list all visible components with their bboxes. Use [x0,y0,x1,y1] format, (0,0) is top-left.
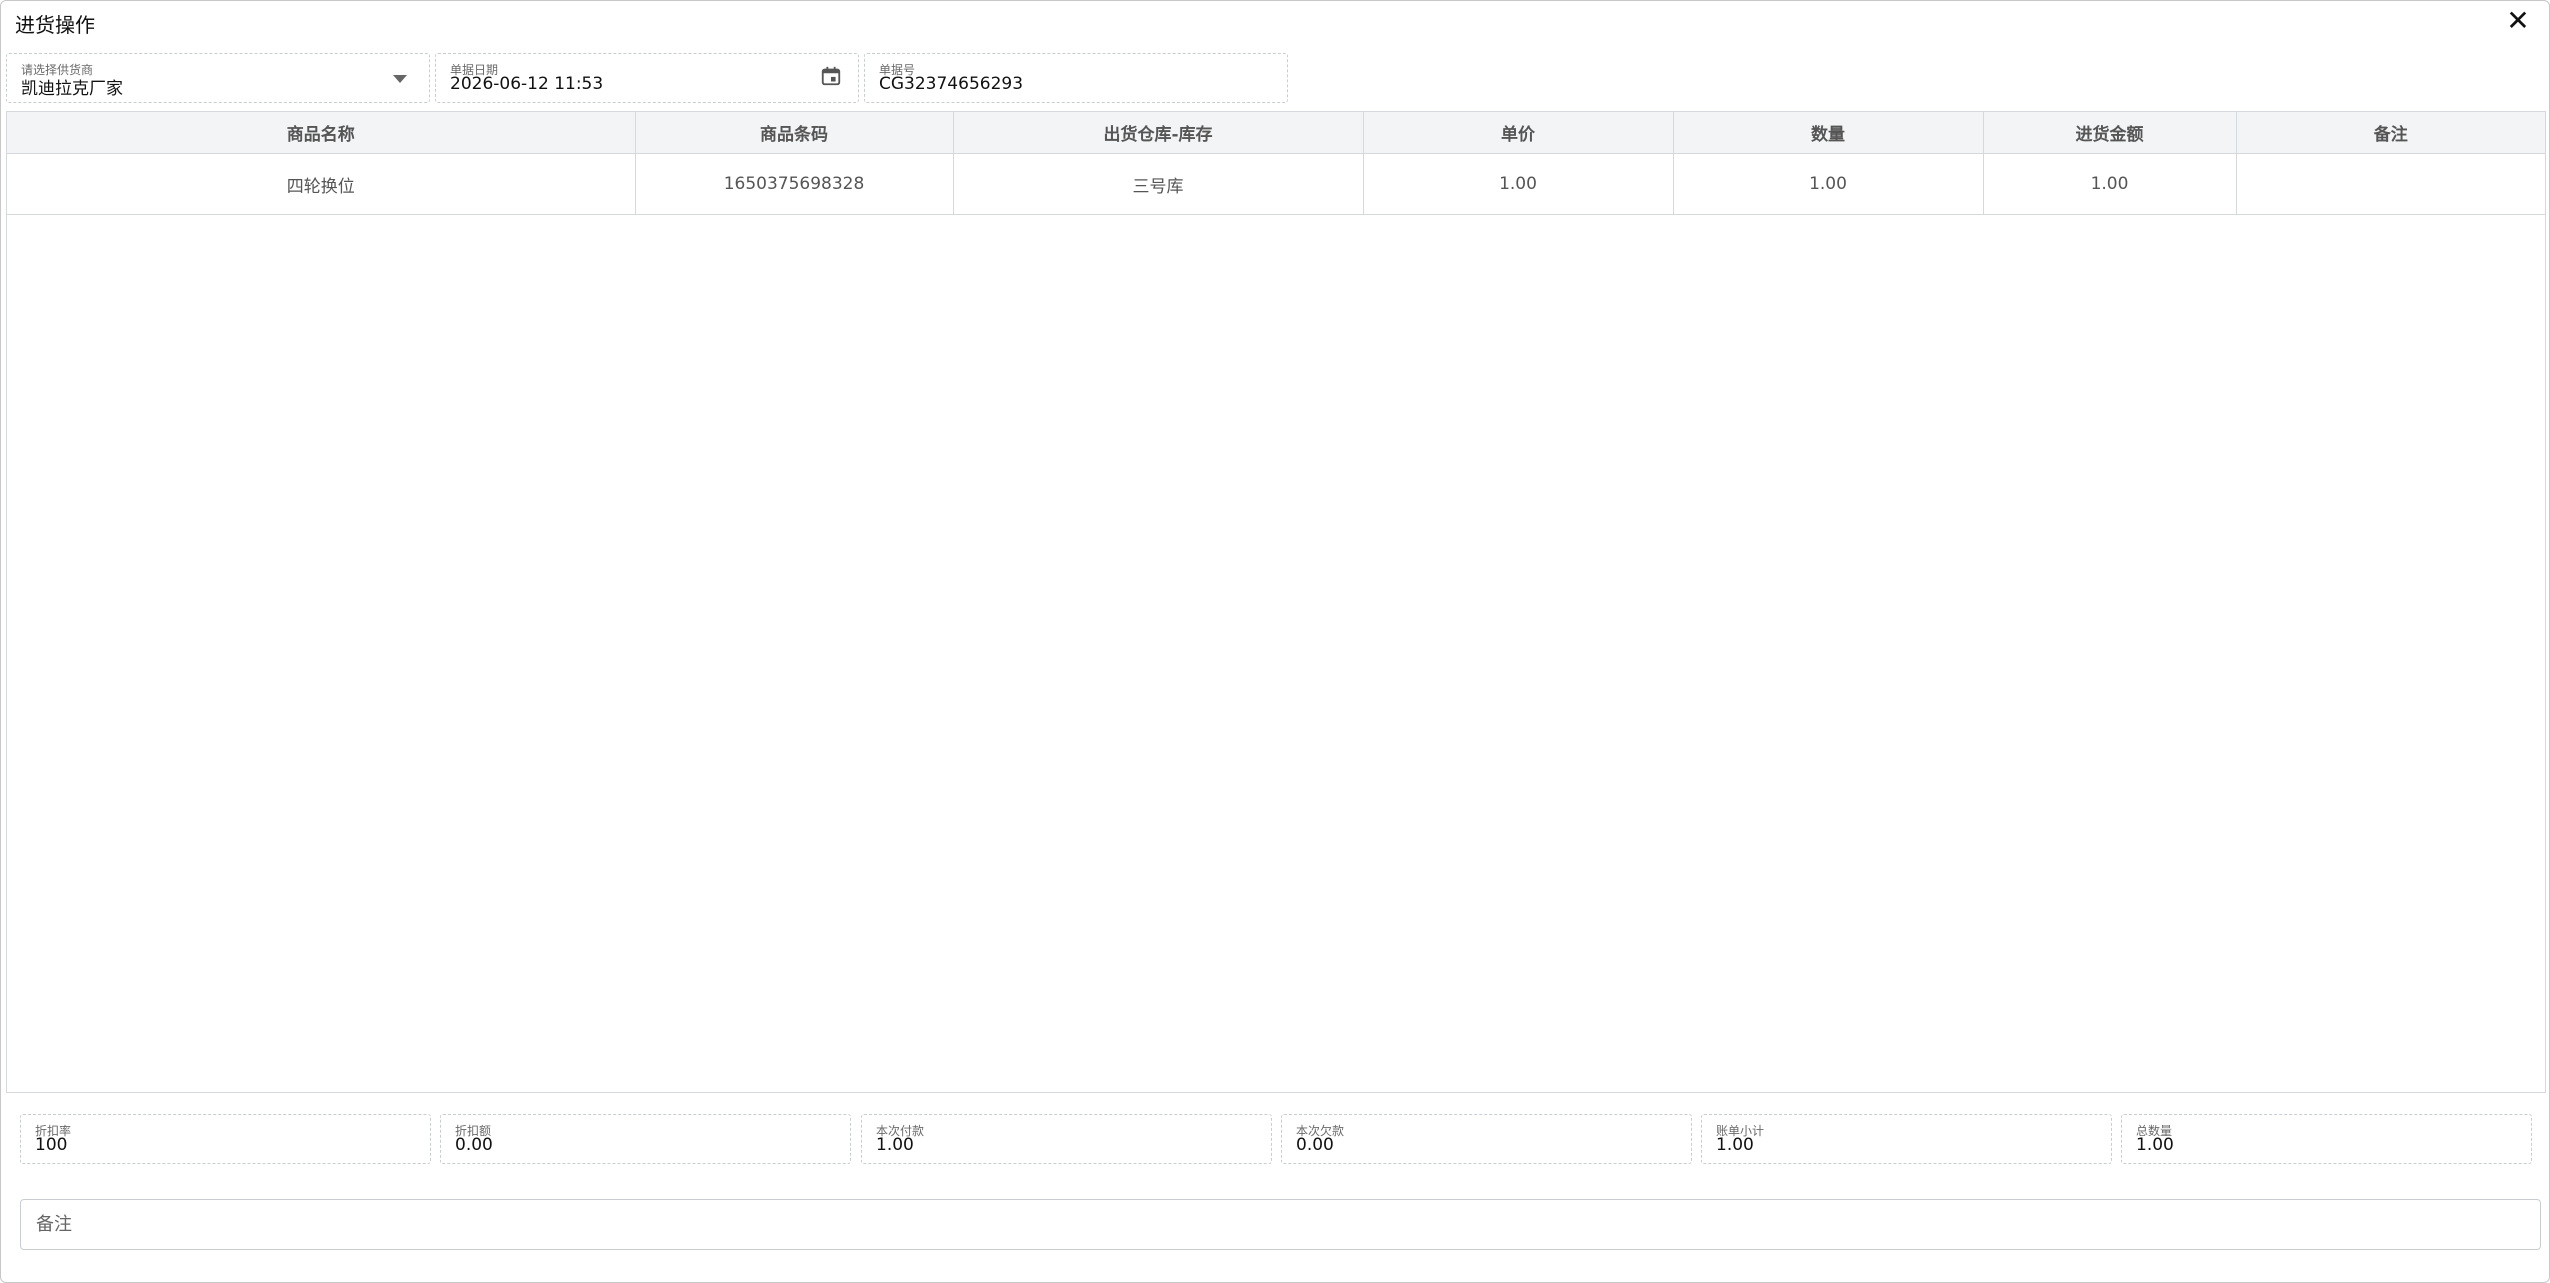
discount-rate-value: 100 [35,1135,68,1155]
column-header-price[interactable]: 单价 [1363,112,1674,154]
column-header-remark[interactable]: 备注 [2236,112,2545,154]
column-header-barcode[interactable]: 商品条码 [635,112,954,154]
calendar-icon[interactable] [820,65,842,87]
close-icon[interactable]: ✕ [2501,3,2535,37]
column-header-name[interactable]: 商品名称 [7,112,636,154]
doc-number-field[interactable]: 单据号 CG32374656293 [864,53,1288,103]
discount-amount-value: 0.00 [455,1135,493,1155]
cell-quantity[interactable]: 1.00 [1673,153,1984,215]
cell-amount[interactable]: 1.00 [1983,153,2237,215]
arrears-value: 0.00 [1296,1135,1334,1155]
subtotal-field[interactable]: 账单小计 1.00 [1701,1114,2112,1164]
table-header-row: 商品名称 商品条码 出货仓库-库存 单价 数量 进货金额 备注 [7,112,2545,154]
column-header-amount[interactable]: 进货金额 [1983,112,2237,154]
discount-amount-field[interactable]: 折扣额 0.00 [440,1114,851,1164]
remark-input[interactable]: 备注 [20,1199,2541,1250]
cell-barcode[interactable]: 1650375698328 [635,153,954,215]
cell-name[interactable]: 四轮换位 [7,153,636,215]
subtotal-value: 1.00 [1716,1135,1754,1155]
chevron-down-icon[interactable] [393,75,407,83]
table-row[interactable]: 四轮换位 1650375698328 三号库 1.00 1.00 1.00 [7,153,2545,215]
cell-price[interactable]: 1.00 [1363,153,1674,215]
goods-table: 商品名称 商品条码 出货仓库-库存 单价 数量 进货金额 备注 四轮换位 165… [6,111,2546,1093]
discount-rate-field[interactable]: 折扣率 100 [20,1114,431,1164]
purchase-dialog: 进货操作 ✕ 请选择供货商 凯迪拉克厂家 单据日期 2026-06-12 11:… [0,0,2550,1283]
date-value: 2026-06-12 11:53 [450,74,604,94]
payment-value: 1.00 [876,1135,914,1155]
payment-field[interactable]: 本次付款 1.00 [861,1114,1272,1164]
cell-remark[interactable] [2236,153,2545,215]
total-quantity-value: 1.00 [2136,1135,2174,1155]
date-field[interactable]: 单据日期 2026-06-12 11:53 [435,53,859,103]
doc-number-value: CG32374656293 [879,74,1024,94]
column-header-quantity[interactable]: 数量 [1673,112,1984,154]
total-quantity-field[interactable]: 总数量 1.00 [2121,1114,2532,1164]
supplier-value: 凯迪拉克厂家 [21,79,123,99]
arrears-field[interactable]: 本次欠款 0.00 [1281,1114,1692,1164]
column-header-warehouse[interactable]: 出货仓库-库存 [953,112,1364,154]
dialog-title: 进货操作 [15,13,95,37]
supplier-select[interactable]: 请选择供货商 凯迪拉克厂家 [6,53,430,103]
cell-warehouse[interactable]: 三号库 [953,153,1364,215]
